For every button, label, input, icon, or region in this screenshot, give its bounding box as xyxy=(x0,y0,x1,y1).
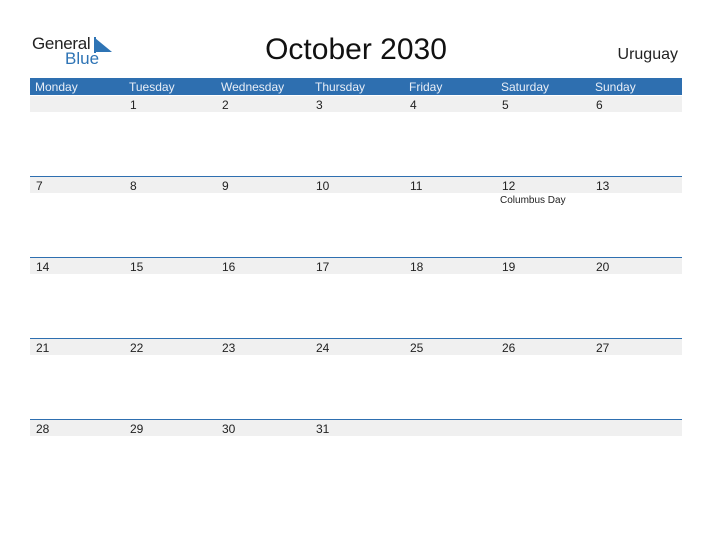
day-number: 28 xyxy=(36,422,50,436)
weekday-sunday: Sunday xyxy=(595,80,636,94)
weekday-tuesday: Tuesday xyxy=(129,80,175,94)
day-cell: 5 xyxy=(496,96,590,177)
day-cell: 7 xyxy=(30,177,124,258)
weekday-thursday: Thursday xyxy=(315,80,366,94)
day-cell: 28 xyxy=(30,420,124,501)
day-cell: 31 xyxy=(310,420,404,501)
week-row: 1 2 3 4 5 6 xyxy=(30,96,682,177)
day-number: 29 xyxy=(130,422,144,436)
day-cell xyxy=(590,420,682,501)
weekday-header: Monday Tuesday Wednesday Thursday Friday Satu… xyxy=(30,78,682,95)
day-cell: 15 xyxy=(124,258,216,339)
day-cell: 16 xyxy=(216,258,310,339)
day-number: 26 xyxy=(502,341,516,355)
day-number: 16 xyxy=(222,260,236,274)
weekday-monday: Monday xyxy=(35,80,78,94)
day-cell xyxy=(496,420,590,501)
day-cell: 22 xyxy=(124,339,216,420)
day-cell: 24 xyxy=(310,339,404,420)
weekday-saturday: Saturday xyxy=(501,80,550,94)
day-cell: 10 xyxy=(310,177,404,258)
page-title: October 2030 xyxy=(265,33,447,66)
weekday-wednesday: Wednesday xyxy=(221,80,285,94)
day-number: 30 xyxy=(222,422,236,436)
day-cell: 19 xyxy=(496,258,590,339)
day-number: 11 xyxy=(410,179,423,193)
day-cell: 3 xyxy=(310,96,404,177)
day-cell: 6 xyxy=(590,96,682,177)
day-number: 5 xyxy=(502,98,509,112)
day-cell: 9 xyxy=(216,177,310,258)
day-number: 21 xyxy=(36,341,50,355)
day-number: 19 xyxy=(502,260,516,274)
day-number: 23 xyxy=(222,341,236,355)
day-number: 3 xyxy=(316,98,323,112)
day-cell: 25 xyxy=(404,339,496,420)
weekday-friday: Friday xyxy=(409,80,443,94)
day-number: 27 xyxy=(596,341,610,355)
day-number: 22 xyxy=(130,341,144,355)
day-number: 7 xyxy=(36,179,43,193)
day-number: 8 xyxy=(130,179,137,193)
week-row: 14 15 16 17 18 19 20 xyxy=(30,257,682,339)
holiday-label: Columbus Day xyxy=(500,195,566,206)
day-cell: 21 xyxy=(30,339,124,420)
day-number: 2 xyxy=(222,98,229,112)
day-cell: 13 xyxy=(590,177,682,258)
day-cell: 18 xyxy=(404,258,496,339)
day-cell: 23 xyxy=(216,339,310,420)
day-cell: 1 xyxy=(124,96,216,177)
day-cell: 14 xyxy=(30,258,124,339)
day-cell xyxy=(404,420,496,501)
day-number: 25 xyxy=(410,341,424,355)
day-number: 1 xyxy=(130,98,137,112)
day-number: 13 xyxy=(596,179,610,193)
day-cell: 8 xyxy=(124,177,216,258)
day-cell: 29 xyxy=(124,420,216,501)
day-number: 15 xyxy=(130,260,144,274)
day-number: 14 xyxy=(36,260,50,274)
day-cell xyxy=(30,96,124,177)
day-number: 9 xyxy=(222,179,229,193)
day-cell: 27 xyxy=(590,339,682,420)
country-label: Uruguay xyxy=(617,46,678,63)
day-number: 18 xyxy=(410,260,424,274)
week-row: 7 8 9 10 11 12 Columbus Day 13 xyxy=(30,176,682,258)
day-number: 24 xyxy=(316,341,330,355)
day-number: 31 xyxy=(316,422,330,436)
day-cell: 30 xyxy=(216,420,310,501)
day-cell: 12 Columbus Day xyxy=(496,177,590,258)
day-cell: 2 xyxy=(216,96,310,177)
day-number: 6 xyxy=(596,98,603,112)
day-number: 10 xyxy=(316,179,330,193)
day-cell: 11 xyxy=(404,177,496,258)
week-row: 28 29 30 31 xyxy=(30,419,682,501)
day-cell: 17 xyxy=(310,258,404,339)
day-cell: 4 xyxy=(404,96,496,177)
week-row: 21 22 23 24 25 26 27 xyxy=(30,338,682,420)
day-number: 4 xyxy=(410,98,417,112)
day-cell: 20 xyxy=(590,258,682,339)
day-number: 12 xyxy=(502,179,516,193)
day-number: 17 xyxy=(316,260,330,274)
day-number: 20 xyxy=(596,260,610,274)
day-cell: 26 xyxy=(496,339,590,420)
